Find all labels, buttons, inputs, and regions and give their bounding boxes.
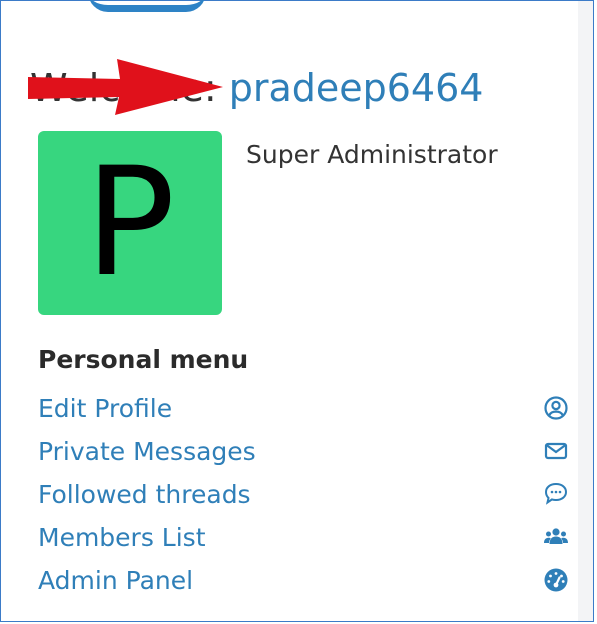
envelope-icon[interactable] (543, 438, 569, 464)
user-role: Super Administrator (246, 140, 498, 169)
chat-bubble-icon[interactable] (543, 481, 569, 507)
menu-item-members-list[interactable]: Members List (38, 517, 568, 557)
menu-item-label[interactable]: Admin Panel (38, 566, 193, 595)
avatar[interactable]: P (38, 131, 222, 315)
header-avatar-edge (88, 0, 206, 12)
dashboard-gauge-icon[interactable] (543, 567, 569, 593)
users-icon[interactable] (543, 524, 569, 550)
user-circle-icon[interactable] (543, 395, 569, 421)
menu-item-label[interactable]: Members List (38, 523, 206, 552)
personal-menu-heading: Personal menu (38, 345, 249, 374)
menu-item-label[interactable]: Private Messages (38, 437, 256, 466)
menu-item-label[interactable]: Edit Profile (38, 394, 172, 423)
scroll-strip (578, 1, 593, 621)
menu-item-edit-profile[interactable]: Edit Profile (38, 388, 568, 428)
menu-item-admin-panel[interactable]: Admin Panel (38, 560, 568, 600)
menu-item-private-messages[interactable]: Private Messages (38, 431, 568, 471)
menu-item-followed-threads[interactable]: Followed threads (38, 474, 568, 514)
menu-item-label[interactable]: Followed threads (38, 480, 251, 509)
annotation-arrow (28, 59, 223, 115)
avatar-letter: P (84, 136, 176, 310)
username-link[interactable]: pradeep6464 (229, 66, 484, 110)
